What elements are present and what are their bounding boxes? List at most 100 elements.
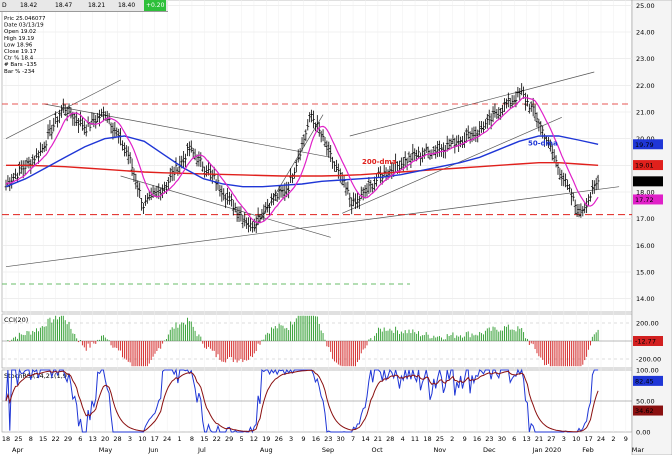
month-label: Jun [147, 446, 158, 454]
price-badge-label: 18.40 [635, 178, 654, 186]
day-tick-label: 2 [611, 435, 615, 443]
price-badge-label: 17.72 [635, 196, 654, 204]
cci-value-label: -12.77 [635, 338, 656, 346]
day-tick-label: 24 [597, 435, 605, 443]
day-tick-label: 28 [386, 435, 394, 443]
high-value: 18.47 [55, 2, 73, 9]
month-label: Nov [433, 446, 446, 454]
stoch-badge-label: 82.45 [635, 377, 654, 385]
day-tick-label: 10 [572, 435, 580, 443]
price-tick-label: 24.00 [636, 29, 655, 37]
info-box-line: Low 18.96 [4, 42, 33, 48]
day-tick-label: 13 [522, 435, 530, 443]
price-tick-label: 25.00 [636, 2, 655, 10]
low-value: 18.21 [88, 2, 106, 9]
day-tick-label: 9 [624, 435, 628, 443]
day-tick-label: 18 [423, 435, 431, 443]
day-tick-label: 28 [113, 435, 121, 443]
day-tick-label: 22 [51, 435, 59, 443]
month-label: Oct [371, 446, 383, 454]
day-tick-label: 21 [535, 435, 543, 443]
month-label: Apr [12, 446, 24, 454]
stoch-tick-label: 0.00 [636, 429, 650, 437]
day-tick-label: 23 [485, 435, 493, 443]
info-box-line: Date 03/13/19 [4, 23, 44, 29]
info-box-line: High 19.19 [4, 36, 35, 42]
price-tick-label: 16.00 [636, 242, 655, 250]
day-tick-label: 16 [473, 435, 481, 443]
cci-tick-label: -200.00 [636, 356, 661, 364]
open-value: 18.42 [20, 2, 38, 9]
month-label: Sep [322, 446, 334, 454]
day-tick-label: 5 [239, 435, 243, 443]
day-tick-label: 4 [401, 435, 405, 443]
ma50-label: 50-dma [528, 139, 558, 147]
day-tick-label: 19 [262, 435, 270, 443]
price-tick-label: 22.00 [636, 82, 655, 90]
right-axis [631, 0, 672, 455]
day-tick-label: 14 [361, 435, 369, 443]
day-tick-label: 29 [64, 435, 72, 443]
day-tick-label: 29 [225, 435, 233, 443]
day-tick-label: 11 [411, 435, 419, 443]
close-value: 18.40 [118, 2, 136, 9]
stoch-badge-label: 34.62 [635, 407, 654, 415]
month-label: Mar [632, 446, 645, 454]
ohlc-toolbar: D 18.42 18.47 18.21 18.40 +0.20 [0, 0, 168, 12]
price-tick-label: 14.00 [636, 295, 655, 303]
price-tick-label: 23.00 [636, 55, 655, 63]
day-tick-label: 8 [190, 435, 194, 443]
month-label: Jan 2020 [532, 446, 562, 454]
day-tick-label: 9 [301, 435, 305, 443]
day-tick-label: 3 [128, 435, 132, 443]
info-box-line: Open 19.02 [4, 29, 36, 35]
chart-canvas: 25.0024.0023.0022.0021.0020.0019.0018.00… [1, 0, 672, 455]
price-tick-label: 17.00 [636, 215, 655, 223]
day-tick-label: 9 [463, 435, 467, 443]
month-label: Jul [197, 446, 206, 454]
day-tick-label: 6 [78, 435, 82, 443]
info-box-line: Close 19.17 [4, 49, 37, 55]
day-tick-label: 10 [138, 435, 146, 443]
month-label: Aug [260, 446, 273, 454]
day-tick-label: 7 [351, 435, 355, 443]
price-tick-label: 15.00 [636, 269, 655, 277]
day-tick-label: 13 [89, 435, 97, 443]
day-tick-label: 26 [275, 435, 283, 443]
day-tick-label: 30 [498, 435, 506, 443]
day-tick-label: 15 [200, 435, 208, 443]
month-label: May [99, 446, 113, 454]
price-badge-label: 19.01 [635, 162, 654, 170]
month-label: Feb [582, 446, 594, 454]
day-tick-label: 3 [562, 435, 566, 443]
chart-window: 25.0024.0023.0022.0021.0020.0019.0018.00… [0, 0, 672, 455]
info-box-line: Pric 25.046077 [4, 16, 46, 22]
info-box-line: Bar % -234 [4, 69, 35, 75]
cci-tick-label: 200.00 [636, 320, 659, 328]
price-tick-label: 21.00 [636, 109, 655, 117]
day-tick-label: 25 [436, 435, 444, 443]
day-tick-label: 17 [151, 435, 159, 443]
day-tick-label: 3 [289, 435, 293, 443]
price-panel [1, 0, 633, 313]
month-label: Dec [483, 446, 496, 454]
day-tick-label: 2 [450, 435, 454, 443]
info-box-line: Ctr % 18.4 [4, 56, 34, 62]
info-box-line: # Bars -135 [4, 62, 37, 68]
day-tick-label: 17 [584, 435, 592, 443]
day-tick-label: 8 [29, 435, 33, 443]
day-tick-label: 27 [547, 435, 555, 443]
day-tick-label: 16 [312, 435, 320, 443]
day-tick-label: 1 [177, 435, 181, 443]
day-tick-label: 6 [512, 435, 516, 443]
day-tick-label: 21 [374, 435, 382, 443]
ma200-label: 200-dma [362, 158, 397, 166]
stoch-tick-label: 50.00 [636, 398, 655, 406]
day-tick-label: 30 [337, 435, 345, 443]
day-tick-label: 12 [250, 435, 258, 443]
day-tick-label: 24 [163, 435, 171, 443]
stoch-tick-label: 100.00 [636, 367, 659, 375]
day-tick-label: 25 [14, 435, 22, 443]
price-badge-label: 19.79 [635, 141, 654, 149]
day-tick-label: 18 [2, 435, 10, 443]
